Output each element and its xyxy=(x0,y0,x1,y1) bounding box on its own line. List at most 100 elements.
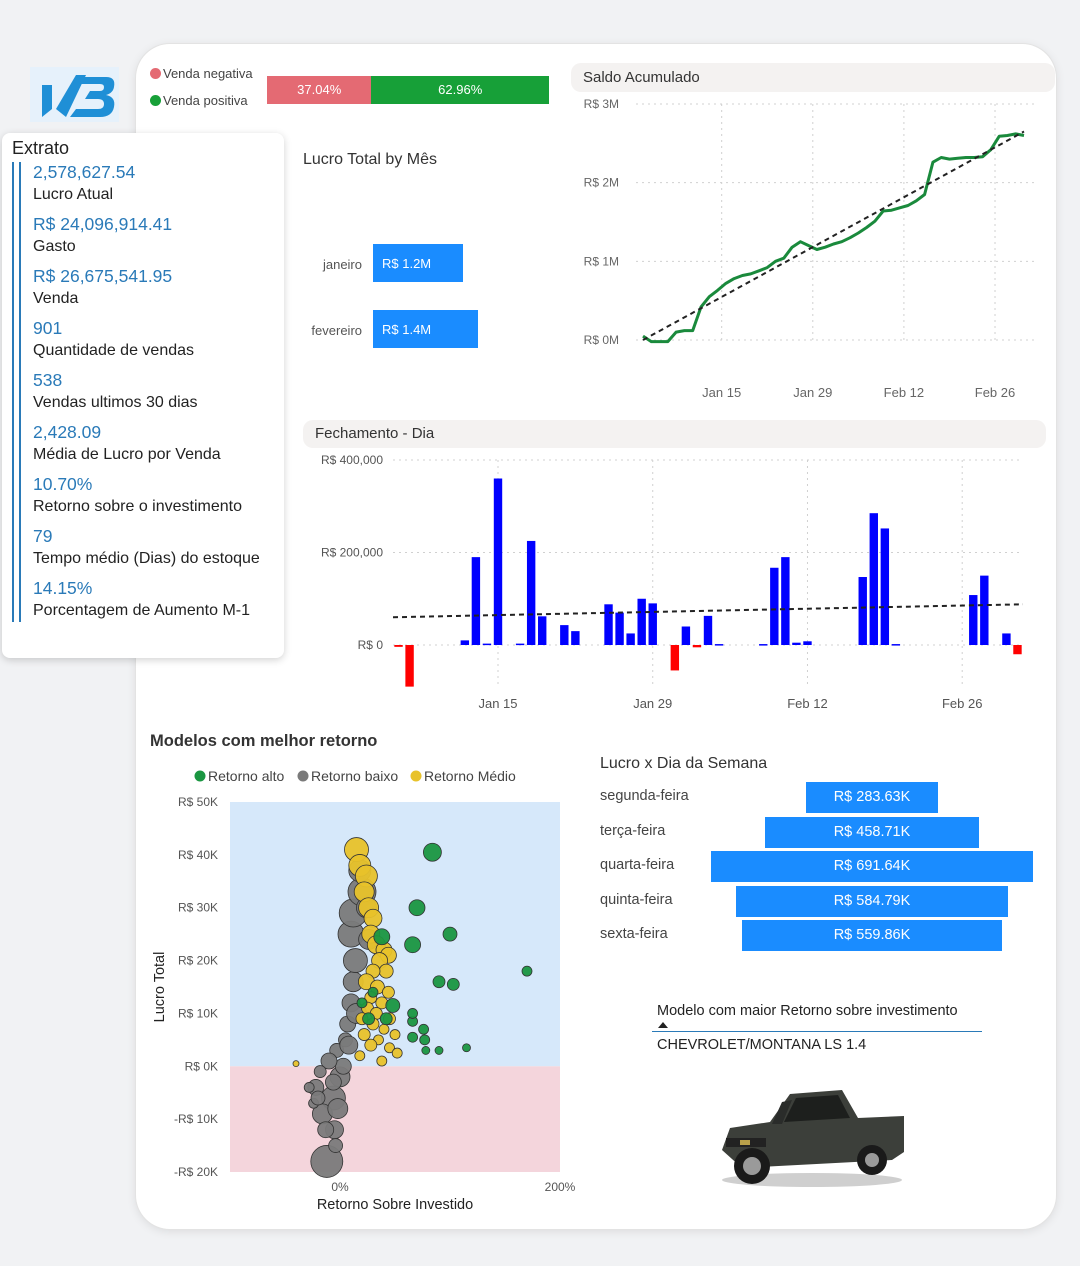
weekday-bar[interactable]: R$ 283.63K xyxy=(805,782,938,813)
day-bar[interactable] xyxy=(482,643,492,646)
day-bar[interactable] xyxy=(515,643,525,646)
day-bar[interactable] xyxy=(560,625,569,645)
day-bar[interactable] xyxy=(615,612,624,645)
scatter-point[interactable] xyxy=(339,1035,359,1055)
day-bar[interactable] xyxy=(538,616,547,645)
saldo-line[interactable] xyxy=(642,132,1025,344)
scatter-point[interactable] xyxy=(418,1023,430,1035)
scatter-point[interactable] xyxy=(310,1090,326,1106)
day-bar[interactable] xyxy=(703,615,713,645)
scatter-point[interactable] xyxy=(381,985,395,999)
kpi-label: Quantidade de vendas xyxy=(33,342,195,359)
scatter-point[interactable] xyxy=(363,908,383,928)
scatter-point[interactable] xyxy=(313,1065,327,1078)
scatter-point[interactable] xyxy=(303,1082,315,1093)
scatter-point[interactable] xyxy=(407,1008,419,1019)
day-bar[interactable] xyxy=(803,641,812,645)
day-bar[interactable] xyxy=(394,645,403,647)
day-bar[interactable] xyxy=(980,575,989,645)
day-bar[interactable] xyxy=(969,595,978,645)
day-bar[interactable] xyxy=(493,478,503,646)
company-logo xyxy=(30,67,119,122)
scatter-point[interactable] xyxy=(356,997,368,1009)
day-bar[interactable] xyxy=(637,598,646,645)
weekday-bar[interactable]: R$ 458.71K xyxy=(765,816,979,848)
day-bar[interactable] xyxy=(869,513,878,645)
y-tick-label: R$ 0 xyxy=(358,638,384,652)
scatter-point[interactable] xyxy=(422,842,442,862)
weekday-label: segunda-feira xyxy=(600,788,689,804)
day-bar[interactable] xyxy=(880,528,890,645)
day-bar[interactable] xyxy=(460,640,470,645)
modelos-scatter-chart[interactable]: R$ 50K R$ 40K R$ 30K R$ 20K R$ 10K R$ 0K -R$ 1… xyxy=(145,760,595,1220)
scatter-point[interactable] xyxy=(462,1043,471,1053)
scatter-point[interactable] xyxy=(292,1060,300,1068)
scatter-point[interactable] xyxy=(378,1023,390,1035)
scatter-point[interactable] xyxy=(407,1031,419,1043)
day-bar[interactable] xyxy=(714,644,724,646)
kpi-value: 538 xyxy=(33,370,63,390)
scatter-point[interactable] xyxy=(385,998,401,1013)
scatter-point[interactable] xyxy=(357,1028,371,1041)
day-bar[interactable] xyxy=(759,644,768,646)
scatter-point[interactable] xyxy=(391,1047,403,1059)
day-bar[interactable] xyxy=(792,642,801,645)
scatter-point[interactable] xyxy=(334,1057,352,1075)
day-bar[interactable] xyxy=(670,645,680,671)
scatter-point[interactable] xyxy=(354,1050,366,1062)
day-bar[interactable] xyxy=(626,633,635,645)
scatter-point[interactable] xyxy=(364,1038,378,1052)
day-bar[interactable] xyxy=(1002,633,1011,645)
scatter-point[interactable] xyxy=(367,986,379,998)
scatter-point[interactable] xyxy=(434,1046,444,1055)
weekday-label: quarta-feira xyxy=(600,857,675,873)
extrato-card: Extrato 2,578,627.54 Lucro Atual R$ 24,096… xyxy=(2,133,284,658)
scatter-point[interactable] xyxy=(373,928,391,946)
sort-arrow-icon[interactable] xyxy=(657,1021,669,1029)
scatter-point[interactable] xyxy=(342,948,368,973)
day-bar[interactable] xyxy=(526,540,536,645)
scatter-point[interactable] xyxy=(421,1046,431,1055)
fechamento-chart[interactable]: R$ 400,000 R$ 200,000 R$ 0 Jan 15 Jan 29 Feb … xyxy=(303,448,1048,718)
scatter-point[interactable] xyxy=(379,1012,393,1026)
saldo-chart[interactable]: R$ 3M R$ 2M R$ 1M R$ 0M Jan 15 Jan 29 Feb 12 Fe… xyxy=(571,92,1051,407)
day-bar[interactable] xyxy=(648,603,657,645)
legend-venda-negativa: Venda negativa xyxy=(150,66,253,81)
scatter-point[interactable] xyxy=(324,1073,342,1091)
day-bar[interactable] xyxy=(1013,645,1022,655)
kpi-value: 79 xyxy=(33,526,53,546)
scatter-point[interactable] xyxy=(442,926,458,942)
lucro-mes-chart[interactable]: janeiro R$ 1.2M fevereiro R$ 1.4M xyxy=(300,230,560,360)
weekday-bar[interactable]: R$ 559.86K xyxy=(741,920,1003,951)
scatter-point[interactable] xyxy=(378,963,394,979)
kpi-label: Gasto xyxy=(33,238,76,255)
scatter-point[interactable] xyxy=(419,1034,431,1046)
scatter-point[interactable] xyxy=(521,965,533,977)
day-bar[interactable] xyxy=(781,557,790,645)
scatter-point[interactable] xyxy=(432,975,446,989)
day-bar[interactable] xyxy=(692,645,702,648)
day-bar[interactable] xyxy=(604,604,613,645)
day-bar[interactable] xyxy=(471,557,481,645)
kpi-label: Tempo médio (Dias) do estoque xyxy=(33,550,260,567)
scatter-point[interactable] xyxy=(446,977,460,991)
weekday-bar[interactable]: R$ 691.64K xyxy=(711,851,1033,882)
scatter-point[interactable] xyxy=(376,1055,388,1067)
day-bar[interactable] xyxy=(770,567,779,645)
scatter-point[interactable] xyxy=(404,936,422,954)
day-bar[interactable] xyxy=(891,644,901,646)
x-tick-label: Feb 12 xyxy=(787,696,827,711)
day-bar[interactable] xyxy=(858,577,867,645)
scatter-point[interactable] xyxy=(389,1029,401,1040)
scatter-point[interactable] xyxy=(362,1012,376,1026)
weekday-bar[interactable]: R$ 584.79K xyxy=(735,885,1009,917)
scatter-point[interactable] xyxy=(328,1138,344,1153)
scatter-point[interactable] xyxy=(327,1098,349,1119)
scatter-point[interactable] xyxy=(408,899,426,917)
day-bar[interactable] xyxy=(405,645,414,687)
negative-sales-segment[interactable]: 37.04% xyxy=(267,76,372,104)
positive-sales-segment[interactable]: 62.96% xyxy=(371,76,549,104)
scatter-point[interactable] xyxy=(317,1121,335,1139)
day-bar[interactable] xyxy=(571,631,580,645)
day-bar[interactable] xyxy=(681,626,691,646)
